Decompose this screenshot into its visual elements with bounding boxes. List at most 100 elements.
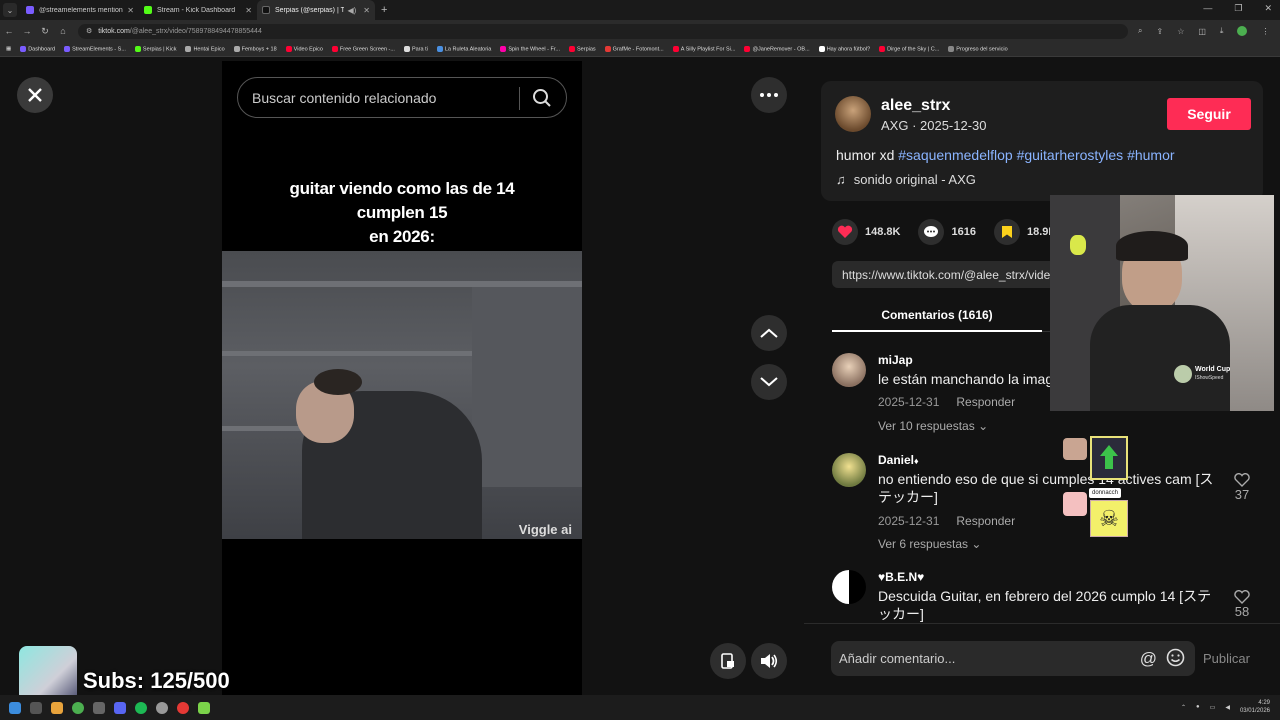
comment-action[interactable]: 1616 [918, 219, 976, 245]
bookmark-item[interactable]: Serpias | Kick [134, 45, 176, 52]
bookmark-item[interactable]: GrafMe - Fotomont... [604, 45, 664, 52]
extensions-icon[interactable]: ◫ [1198, 27, 1206, 36]
bookmark-item[interactable]: La Ruleta Aleatoria [436, 45, 491, 52]
bookmark-item[interactable]: Para ti [403, 45, 428, 52]
heart-icon [832, 219, 858, 245]
app-icon[interactable] [93, 701, 105, 714]
floating-player-button[interactable] [710, 643, 746, 679]
chevron-down-icon: ⌄ [978, 419, 989, 433]
tab-favicon [262, 6, 270, 14]
commenter-avatar[interactable] [832, 570, 866, 604]
video-player[interactable]: guitar viendo como las de 14 cumplen 15 … [222, 61, 582, 699]
close-tab-icon[interactable]: ✕ [363, 6, 370, 15]
bookmark-item[interactable]: Hay ahora fútbol? [818, 45, 870, 52]
publish-button[interactable]: Publicar [1203, 651, 1250, 666]
author-username[interactable]: alee_strx [881, 97, 950, 115]
profile-avatar[interactable] [1237, 26, 1248, 36]
windows-start-icon[interactable] [9, 701, 21, 714]
mic-icon[interactable]: ● [1196, 704, 1200, 710]
author-avatar[interactable] [835, 96, 871, 132]
commenter-avatar[interactable] [832, 453, 866, 487]
browser-tab-active[interactable]: Serpias (@serpias) | TikTok ◀) ✕ [257, 0, 375, 20]
reply-button[interactable]: Responder [956, 514, 1015, 528]
mention-icon[interactable]: @ [1140, 649, 1157, 669]
bookmark-item[interactable]: Serpias [569, 45, 596, 52]
view-replies-button[interactable]: Ver 6 respuestas ⌄ [878, 537, 981, 551]
next-video-button[interactable] [751, 364, 787, 400]
volume-button[interactable] [751, 643, 787, 679]
browser-menu-icon[interactable]: ⋮ [1261, 27, 1269, 36]
search-icon[interactable] [532, 88, 552, 108]
follow-button[interactable]: Seguir [1167, 98, 1251, 130]
previous-video-button[interactable] [751, 315, 787, 351]
comment-input[interactable]: Añadir comentario... @ [831, 641, 1195, 676]
commenter-name[interactable]: Daniel♦ [878, 453, 919, 467]
tab-comments[interactable]: Comentarios (1616) [832, 299, 1042, 332]
obs-icon[interactable] [156, 701, 168, 714]
home-icon[interactable]: ⌂ [54, 26, 72, 36]
commenter-name[interactable]: ♥B.E.N♥ [878, 570, 924, 584]
bookmark-star-icon[interactable]: ☆ [1177, 27, 1184, 36]
maximize-icon[interactable]: ❐ [1234, 3, 1242, 14]
close-window-icon[interactable]: ✕ [1264, 3, 1272, 14]
tray-chevron-icon[interactable]: ⌃ [1181, 704, 1186, 711]
bookmark-item[interactable]: Spin the Wheel - Fr... [500, 45, 560, 52]
bookmark-item[interactable]: Video Epico [285, 45, 323, 52]
tab-search-button[interactable]: ⌄ [3, 3, 17, 17]
site-info-icon[interactable]: ⚙ [86, 27, 92, 35]
browser-tab[interactable]: Stream - Kick Dashboard ✕ [139, 0, 257, 20]
comment-like-button[interactable]: 37 [1232, 473, 1252, 502]
apps-icon[interactable]: ▦ [6, 46, 11, 52]
search-icon[interactable] [30, 701, 42, 714]
hashtag-link[interactable]: #humor [1127, 147, 1174, 163]
file-explorer-icon[interactable] [51, 701, 63, 714]
save-action[interactable]: 18.9K [993, 219, 1056, 245]
discord-icon[interactable] [114, 701, 126, 714]
like-action[interactable]: 148.8K [832, 219, 900, 245]
subs-goal-counter: Subs: 125/500 [83, 668, 230, 693]
bookmark-item[interactable]: A Silly Playlist For Si... [672, 45, 735, 52]
bookmark-item[interactable]: Femboys + 18 [233, 45, 277, 52]
url-field[interactable]: ⚙ tiktok.com/@alee_strx/video/7589788494… [78, 23, 1128, 39]
bookmark-item[interactable]: @JaneRemover - OB... [744, 45, 810, 52]
webcam-overlay: World Cup IShowSpeed [1050, 195, 1274, 411]
more-options-button[interactable] [751, 77, 787, 113]
related-search-bar[interactable]: Buscar contenido relacionado [237, 77, 567, 118]
audio-icon[interactable]: ◀) [347, 6, 356, 15]
back-icon[interactable]: ← [0, 26, 18, 36]
browser-tab[interactable]: @streamelements mention ✕ [21, 0, 139, 20]
app-icon[interactable] [198, 701, 210, 714]
post-info-card: alee_strx AXG · 2025-12-30 Seguir humor … [821, 81, 1263, 201]
speaker-icon[interactable]: ◀ [1225, 704, 1230, 711]
minimize-icon[interactable]: — [1203, 3, 1212, 14]
bookmark-item[interactable]: StreamElements - S... [64, 45, 126, 52]
bookmark-item[interactable]: Dirge of the Sky | C... [879, 45, 939, 52]
view-replies-button[interactable]: Ver 10 respuestas ⌄ [878, 419, 988, 433]
commenter-avatar[interactable] [832, 353, 866, 387]
zoom-icon[interactable]: ⌕ [1138, 26, 1142, 36]
close-tab-icon[interactable]: ✕ [245, 6, 252, 15]
forward-icon[interactable]: → [18, 26, 36, 36]
new-tab-button[interactable]: + [381, 4, 387, 16]
bookmark-item[interactable]: Free Green Screen -... [331, 45, 395, 52]
music-link[interactable]: ♫ sonido original - AXG [836, 172, 976, 187]
spotify-icon[interactable] [135, 701, 147, 714]
app-icon[interactable] [177, 701, 189, 714]
bookmark-item[interactable]: Hentai Epico [185, 45, 225, 52]
emoji-icon[interactable] [1166, 648, 1185, 667]
bookmark-item[interactable]: Progreso del servicio [948, 45, 1008, 52]
network-icon[interactable]: ▭ [1210, 704, 1216, 711]
reload-icon[interactable]: ↻ [36, 26, 54, 37]
share-icon[interactable]: ⇪ [1156, 27, 1163, 36]
close-tab-icon[interactable]: ✕ [127, 6, 134, 15]
bookmark-item[interactable]: Dashboard [20, 45, 55, 52]
chrome-icon[interactable] [72, 701, 84, 714]
clock[interactable]: 4:29 03/01/2026 [1240, 699, 1270, 715]
close-video-button[interactable] [17, 77, 53, 113]
commenter-name[interactable]: miJap [878, 353, 913, 367]
comment-like-button[interactable]: 58 [1232, 590, 1252, 619]
reply-button[interactable]: Responder [956, 395, 1015, 409]
download-icon[interactable]: ⤓ [1220, 26, 1224, 36]
hashtag-link[interactable]: #guitarherostyles [1017, 147, 1124, 163]
hashtag-link[interactable]: #saquenmedelflop [898, 147, 1012, 163]
